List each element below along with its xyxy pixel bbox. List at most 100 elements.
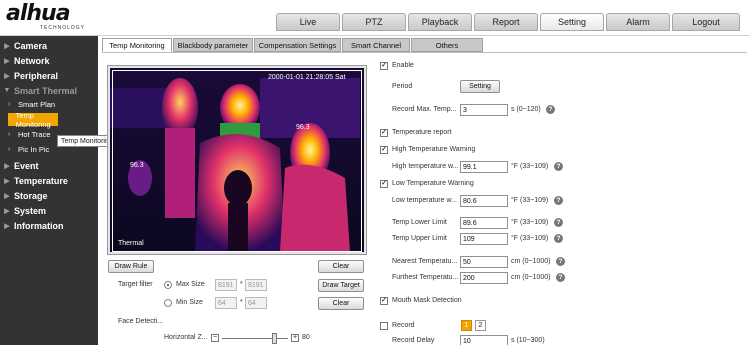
sidebar-item-label: System <box>14 205 47 216</box>
sidebar-item-label: Smart Thermal <box>14 85 78 96</box>
chevron-right-icon: ▶ <box>4 222 10 230</box>
sidebar-item-storage[interactable]: ▶ Storage <box>0 188 98 203</box>
chevron-right-icon: › <box>8 116 11 123</box>
temp-lower-limit-label: Temp Lower Limit <box>392 219 447 226</box>
chevron-right-icon: ▶ <box>4 207 10 215</box>
low-temp-warning-label: Low Temperature Warning <box>392 180 474 187</box>
dahua-logo: alhua TECHNOLOGY <box>6 3 106 33</box>
slider-increase-button[interactable]: + <box>291 334 299 342</box>
min-size-width-input[interactable]: 64 <box>215 297 237 309</box>
clear-target-button[interactable]: Clear <box>318 297 364 310</box>
main-nav: Live PTZ Playback Report Setting Alarm L… <box>276 13 740 31</box>
face-detect-label: Face Detecti... <box>118 318 164 325</box>
horizontal-slider-track[interactable] <box>222 338 288 339</box>
help-icon[interactable]: ? <box>554 234 563 243</box>
chevron-right-icon: ▶ <box>4 72 10 80</box>
help-icon[interactable]: ? <box>546 105 555 114</box>
sidebar-subitem-label: Temp Monitoring <box>15 110 51 129</box>
record-max-temp-unit: s (0~120) <box>511 106 541 113</box>
slider-decrease-button[interactable]: − <box>211 334 219 342</box>
clear-rule-button[interactable]: Clear <box>318 260 364 273</box>
record-max-temp-input[interactable]: 3 <box>460 104 508 116</box>
tab-setting[interactable]: Setting <box>540 13 604 31</box>
enable-checkbox[interactable]: ✓ <box>380 62 388 70</box>
record-delay-unit: s (10~300) <box>511 337 545 344</box>
high-temp-warning-checkbox[interactable]: ✓ <box>380 146 388 154</box>
sidebar-item-system[interactable]: ▶ System <box>0 203 98 218</box>
chevron-down-icon: ▼ <box>3 87 11 94</box>
help-icon[interactable]: ? <box>556 257 565 266</box>
sidebar-item-camera[interactable]: ▶ Camera <box>0 38 98 53</box>
low-temp-threshold-label: Low temperature w... <box>392 197 457 204</box>
sidebar-item-event[interactable]: ▶ Event <box>0 158 98 173</box>
sidebar: ▶ Camera ▶ Network ▶ Peripheral ▼ Smart Ther… <box>0 36 98 345</box>
mouth-mask-detection-checkbox[interactable]: ✓ <box>380 297 388 305</box>
furthest-distance-input[interactable]: 200 <box>460 272 508 284</box>
temperature-report-checkbox[interactable]: ✓ <box>380 129 388 137</box>
header: alhua TECHNOLOGY Live PTZ Playback Repor… <box>0 0 750 36</box>
furthest-distance-unit: cm (0~1000) <box>511 274 551 281</box>
draw-target-button[interactable]: Draw Target <box>318 279 364 292</box>
high-temp-threshold-input[interactable]: 99.1 <box>460 161 508 173</box>
period-setting-button[interactable]: Setting <box>460 80 500 93</box>
temperature-report-label: Temperature report <box>392 129 452 136</box>
min-size-height-input[interactable]: 64 <box>245 297 267 309</box>
tab-playback[interactable]: Playback <box>408 13 472 31</box>
tab-report[interactable]: Report <box>474 13 538 31</box>
nearest-distance-input[interactable]: 50 <box>460 256 508 268</box>
min-size-radio[interactable] <box>164 299 172 307</box>
mouth-mask-detection-label: Mouth Mask Detection <box>392 297 462 304</box>
temp-lower-limit-input[interactable]: 89.6 <box>460 217 508 229</box>
subtab-blackbody-parameter[interactable]: Blackbody parameter <box>173 38 253 52</box>
draw-rule-button[interactable]: Draw Rule <box>108 260 154 273</box>
record-delay-input[interactable]: 10 <box>460 335 508 345</box>
thermal-video[interactable]: 2000-01-01 21:28:05 Sat 96.3 96.3 Therma… <box>107 65 367 255</box>
record-label: Record <box>392 322 415 329</box>
horizontal-zoom-label: Horizontal Z... <box>164 334 208 341</box>
low-temp-warning-checkbox[interactable]: ✓ <box>380 180 388 188</box>
target-filter-label: Target filter <box>118 281 153 288</box>
horizontal-slider-handle[interactable] <box>272 333 278 344</box>
enable-label: Enable <box>392 62 414 69</box>
tab-alarm[interactable]: Alarm <box>606 13 670 31</box>
tab-live[interactable]: Live <box>276 13 340 31</box>
subtab-compensation-settings[interactable]: Compensation Settings <box>254 38 341 52</box>
sidebar-item-information[interactable]: ▶ Information <box>0 218 98 233</box>
tab-logout[interactable]: Logout <box>672 13 740 31</box>
record-page-2[interactable]: 2 <box>475 320 486 331</box>
sidebar-item-temperature[interactable]: ▶ Temperature <box>0 173 98 188</box>
help-icon[interactable]: ? <box>554 196 563 205</box>
record-checkbox[interactable] <box>380 322 388 330</box>
sidebar-subitem-temp-monitoring[interactable]: › Temp Monitoring <box>8 110 58 129</box>
record-page-1[interactable]: 1 <box>461 320 472 331</box>
max-size-width-input[interactable]: 8191 <box>215 279 237 291</box>
max-size-height-input[interactable]: 8191 <box>245 279 267 291</box>
max-size-label: Max Size <box>176 281 205 288</box>
temp-upper-limit-label: Temp Upper Limit <box>392 235 447 242</box>
chevron-right-icon: ▶ <box>4 192 10 200</box>
sidebar-item-peripheral[interactable]: ▶ Peripheral <box>0 68 98 83</box>
nearest-distance-unit: cm (0~1000) <box>511 258 551 265</box>
sidebar-item-label: Camera <box>14 40 48 51</box>
help-icon[interactable]: ? <box>556 273 565 282</box>
help-icon[interactable]: ? <box>554 162 563 171</box>
subtab-smart-channel[interactable]: Smart Channel <box>342 38 410 52</box>
sidebar-item-label: Storage <box>14 190 48 201</box>
subtab-others[interactable]: Others <box>411 38 483 52</box>
subtab-temp-monitoring[interactable]: Temp Monitoring <box>102 38 172 52</box>
chevron-right-icon: ▶ <box>4 57 10 65</box>
period-label: Period <box>392 83 413 90</box>
sidebar-item-smart-thermal[interactable]: ▼ Smart Thermal <box>0 83 98 98</box>
sidebar-subitem-smart-plan[interactable]: › Smart Plan <box>8 98 98 111</box>
temp-upper-limit-input[interactable]: 109 <box>460 233 508 245</box>
low-temp-threshold-input[interactable]: 80.6 <box>460 195 508 207</box>
sidebar-item-network[interactable]: ▶ Network <box>0 53 98 68</box>
help-icon[interactable]: ? <box>554 218 563 227</box>
temp-reading-2: 96.3 <box>130 162 144 169</box>
record-delay-label: Record Delay <box>392 337 435 344</box>
chevron-right-icon: ▶ <box>4 42 10 50</box>
max-size-radio[interactable] <box>164 281 172 289</box>
chevron-right-icon: › <box>8 146 11 153</box>
max-size-separator: * <box>240 281 243 288</box>
tab-ptz[interactable]: PTZ <box>342 13 406 31</box>
